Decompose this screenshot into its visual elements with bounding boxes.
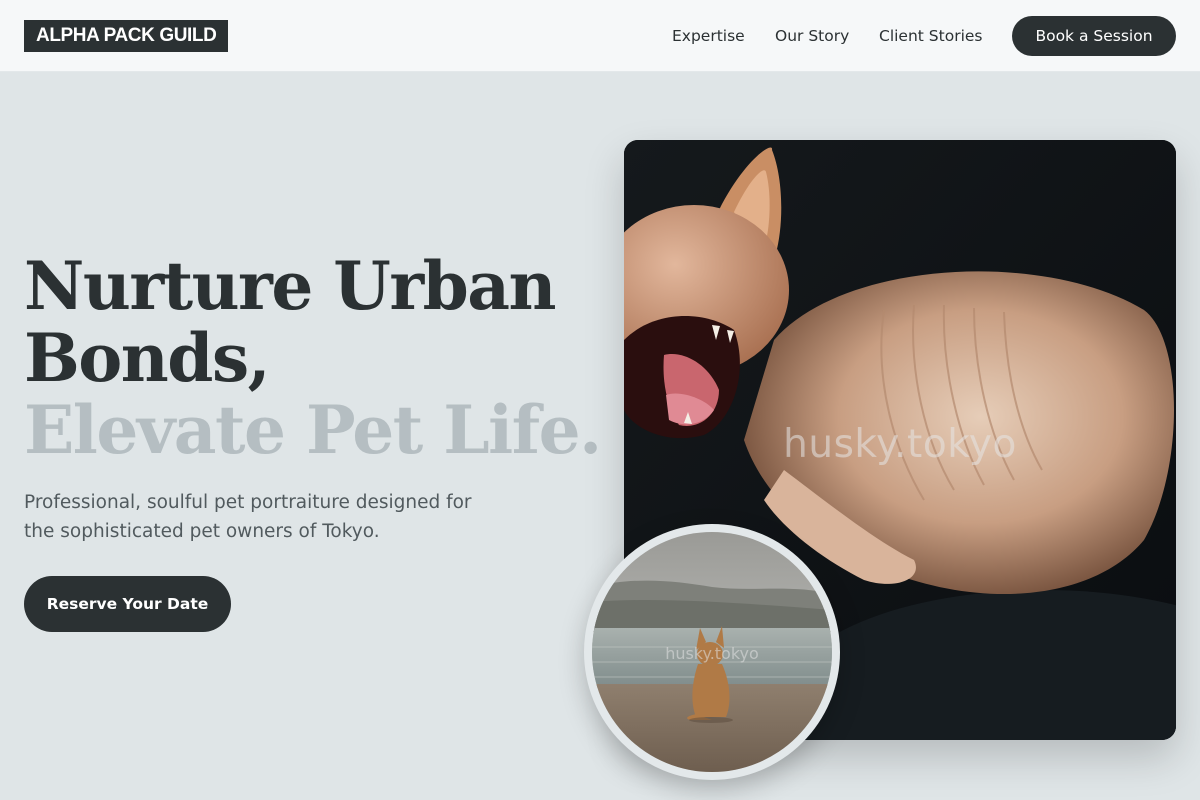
- hero-title-line-1: Nurture Urban: [24, 247, 557, 325]
- dog-photo: husky.tokyo: [592, 532, 832, 772]
- site-header: ALPHA PACK GUILD Expertise Our Story Cli…: [0, 0, 1200, 72]
- hero-title-line-3: Elevate Pet Life.: [24, 391, 602, 469]
- book-session-button[interactable]: Book a Session: [1012, 16, 1176, 56]
- circle-photo-watermark: husky.tokyo: [665, 644, 759, 663]
- nav-link-expertise[interactable]: Expertise: [672, 24, 745, 48]
- dog-photo-circle: husky.tokyo: [584, 524, 840, 780]
- hero-title-line-2: Bonds,: [24, 319, 271, 397]
- nav-link-our-story[interactable]: Our Story: [775, 24, 849, 48]
- hero-subtitle: Professional, soulful pet portraiture de…: [24, 492, 472, 542]
- reserve-date-button[interactable]: Reserve Your Date: [24, 576, 231, 632]
- brand-logo[interactable]: ALPHA PACK GUILD: [24, 20, 229, 52]
- nav-link-client-stories[interactable]: Client Stories: [879, 24, 983, 48]
- main-photo-watermark: husky.tokyo: [783, 422, 1017, 467]
- hero-title: Nurture Urban Bonds, Elevate Pet Life.: [24, 250, 624, 466]
